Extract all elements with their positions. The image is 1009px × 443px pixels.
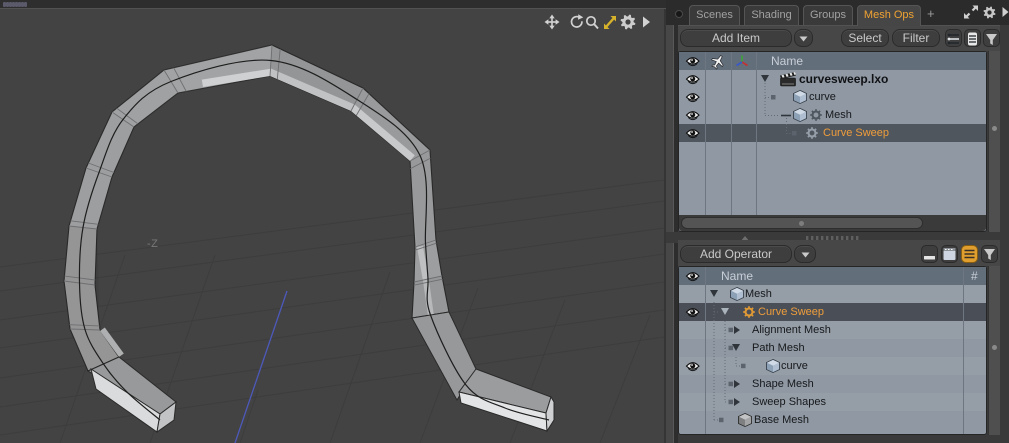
svg-text:-Z: -Z (147, 238, 158, 250)
